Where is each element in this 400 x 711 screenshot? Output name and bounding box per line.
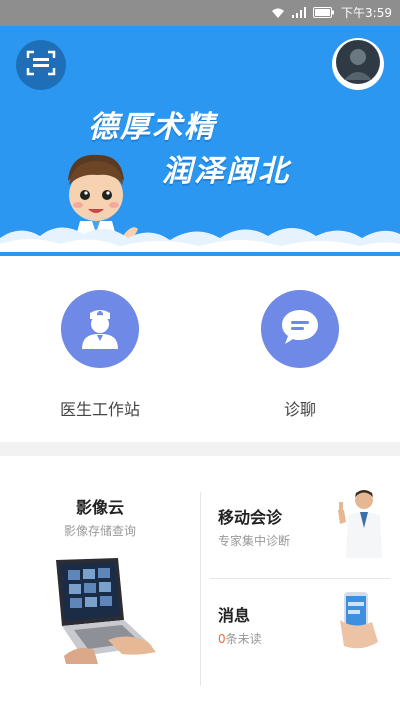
messages-card[interactable]: 消息 0条未读 (201, 578, 400, 711)
cloud-decoration (0, 212, 400, 256)
user-avatar-button[interactable] (332, 38, 384, 90)
battery-icon (313, 7, 335, 18)
slogan-line-1: 德厚术精 (88, 110, 216, 145)
messages-unread-text: 0条未读 (218, 630, 262, 647)
laptop-illustration (48, 556, 158, 670)
doctor-thumbs-up-illustration (336, 488, 386, 562)
scan-icon (26, 50, 56, 80)
chat-label: 诊聊 (283, 400, 316, 419)
unread-suffix: 条未读 (225, 632, 262, 646)
imaging-cloud-subtitle: 影像存储查询 (63, 524, 136, 538)
wifi-icon (271, 7, 285, 19)
chat-button[interactable] (261, 290, 339, 368)
doctor-icon (79, 305, 121, 353)
section-divider (0, 442, 400, 456)
imaging-cloud-title: 影像云 (75, 498, 124, 517)
messages-title: 消息 (218, 606, 251, 625)
chat-bubble-icon (280, 308, 320, 350)
mobile-consultation-subtitle: 专家集中诊断 (218, 534, 291, 548)
imaging-cloud-card[interactable]: 影像云 影像存储查询 (0, 456, 200, 711)
mobile-consultation-card[interactable]: 移动会诊 专家集中诊断 (201, 456, 400, 578)
doctor-workstation-entry[interactable]: 医生工作站 (20, 290, 180, 420)
chat-entry[interactable]: 诊聊 (220, 290, 380, 420)
signal-icon (291, 6, 307, 19)
avatar (336, 40, 380, 88)
feature-cards: 影像云 影像存储查询 移动会诊 专家集中诊断 消息 0条未读 (0, 456, 400, 711)
phone-in-hand-illustration (338, 590, 380, 654)
status-time: 下午3:59 (341, 6, 392, 20)
unread-count: 0 (218, 632, 226, 646)
doctor-workstation-button[interactable] (61, 290, 139, 368)
doctor-workstation-label: 医生工作站 (59, 400, 140, 419)
quick-entry-section: 医生工作站 诊聊 (0, 256, 400, 442)
mobile-consultation-title: 移动会诊 (218, 508, 283, 527)
hero-banner: 德厚术精 润泽闽北 (0, 26, 400, 256)
status-icons: 下午3:59 (271, 4, 392, 21)
status-bar: 下午3:59 (0, 0, 400, 26)
slogan-line-2: 润泽闽北 (162, 154, 290, 189)
scan-button[interactable] (16, 40, 66, 90)
